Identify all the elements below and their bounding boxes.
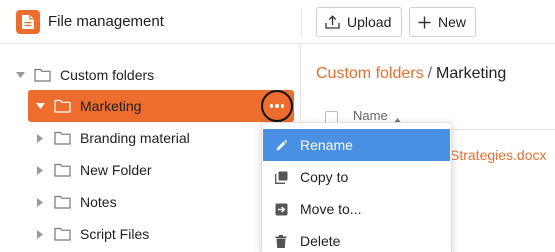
menu-item-label: Move to... — [300, 201, 362, 217]
more-dot — [275, 104, 279, 108]
menu-item-label: Rename — [300, 137, 353, 153]
breadcrumb-separator: / — [427, 65, 433, 82]
menu-item-label: Copy to — [300, 169, 349, 185]
breadcrumb-current: Marketing — [436, 65, 507, 82]
more-options-button[interactable] — [261, 90, 293, 122]
tree-label: Script Files — [80, 226, 150, 242]
app-title: File management — [48, 13, 164, 30]
folder-icon — [54, 227, 71, 241]
new-label: New — [438, 14, 467, 30]
upload-label: Upload — [347, 14, 392, 30]
toolbar-divider — [301, 8, 302, 36]
breadcrumb: Custom folders / Marketing — [316, 65, 506, 83]
folder-icon — [54, 195, 71, 209]
tree-item-custom-folders[interactable]: Custom folders — [14, 59, 154, 91]
caret-right-icon[interactable] — [34, 133, 46, 143]
tree-item-new-folder[interactable]: New Folder — [34, 154, 152, 186]
tree-label: Marketing — [80, 98, 142, 114]
top-bar: File management Upload New — [0, 0, 555, 44]
upload-icon — [325, 15, 340, 29]
caret-down-icon[interactable] — [34, 102, 46, 110]
more-horizontal-icon — [269, 104, 274, 108]
document-icon — [16, 10, 40, 34]
tree-label: Branding material — [80, 130, 190, 146]
folder-icon — [54, 163, 71, 177]
tree-item-branding-material[interactable]: Branding material — [34, 122, 190, 154]
menu-item-copy-to[interactable]: Copy to — [263, 161, 450, 193]
tree-item-script-files[interactable]: Script Files — [34, 218, 149, 250]
folder-icon — [54, 99, 71, 113]
tree-item-marketing[interactable]: Marketing — [34, 90, 141, 122]
context-menu: Rename Copy to Move to... Delete — [261, 122, 452, 252]
caret-right-icon[interactable] — [34, 197, 46, 207]
menu-item-delete[interactable]: Delete — [263, 225, 450, 252]
menu-item-move-to[interactable]: Move to... — [263, 193, 450, 225]
menu-item-label: Delete — [300, 233, 341, 249]
name-column-header[interactable]: Name — [353, 108, 388, 123]
tree-label: Custom folders — [60, 67, 155, 83]
new-button[interactable]: New — [409, 7, 476, 37]
pencil-icon — [274, 139, 288, 152]
move-icon — [274, 203, 288, 216]
caret-right-icon[interactable] — [34, 229, 46, 239]
file-name-link[interactable]: Strategies.docx — [450, 147, 547, 163]
menu-item-rename[interactable]: Rename — [263, 129, 450, 161]
trash-icon — [274, 234, 288, 248]
more-dot — [280, 104, 285, 108]
tree-item-notes[interactable]: Notes — [34, 186, 117, 218]
plus-icon — [418, 16, 431, 29]
caret-right-icon[interactable] — [34, 165, 46, 175]
upload-button[interactable]: Upload — [316, 7, 402, 37]
caret-down-icon[interactable] — [14, 71, 26, 79]
tree-label: New Folder — [80, 162, 152, 178]
breadcrumb-root-link[interactable]: Custom folders — [316, 65, 424, 82]
copy-icon — [274, 171, 288, 184]
folder-icon — [54, 131, 71, 145]
folder-icon — [34, 68, 51, 82]
tree-label: Notes — [80, 194, 117, 210]
